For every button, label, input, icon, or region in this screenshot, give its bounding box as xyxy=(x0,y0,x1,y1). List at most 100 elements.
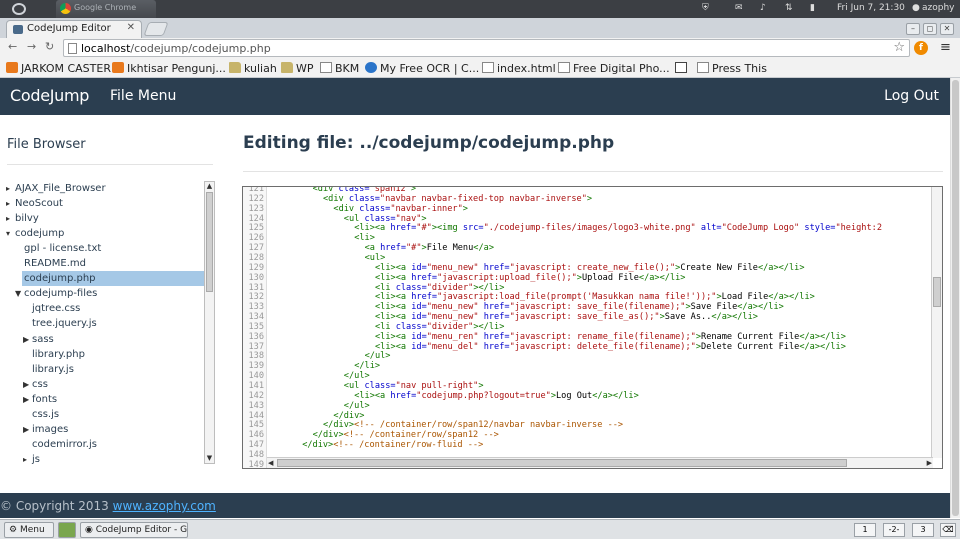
code-line[interactable]: 126 <li> xyxy=(243,233,933,243)
file-tree-item[interactable]: library.php xyxy=(30,347,85,362)
editor-vscroll-thumb[interactable] xyxy=(933,277,941,307)
editor-hscroll-thumb[interactable] xyxy=(277,459,847,467)
brand-logo[interactable]: CodeJump xyxy=(10,86,89,105)
scroll-up-arrow-icon[interactable]: ▲ xyxy=(205,182,214,191)
code-line[interactable]: 140 </ul> xyxy=(243,371,933,381)
file-tree-item[interactable]: NeoScout xyxy=(13,196,63,211)
bookmark-item[interactable] xyxy=(675,62,690,75)
file-tree-item[interactable]: codemirror.js xyxy=(30,437,97,452)
bookmark-item[interactable]: Press This xyxy=(697,62,767,75)
code-line[interactable]: 133 <li><a id="menu_new" href="javascript… xyxy=(243,302,933,312)
bookmark-item[interactable]: BKM xyxy=(320,62,359,75)
user-icon[interactable]: ● xyxy=(912,3,920,13)
code-line[interactable]: 125 <li><a href="#"><img src="./codejump-… xyxy=(243,223,933,233)
code-line[interactable]: 132 <li><a href="javascript:load_file(pro… xyxy=(243,292,933,302)
file-tree-scrollbar[interactable]: ▲ ▼ xyxy=(204,181,215,464)
code-line[interactable]: 129 <li><a id="menu_new" href="javascript… xyxy=(243,263,933,273)
scroll-down-arrow-icon[interactable]: ▼ xyxy=(205,454,214,463)
system-logo-icon[interactable] xyxy=(12,3,26,15)
tree-toggle-icon[interactable]: ▶ xyxy=(23,422,29,437)
workspace-1[interactable]: 1 xyxy=(854,523,876,537)
bookmark-item[interactable]: Free Digital Pho... xyxy=(558,62,670,75)
file-tree-item[interactable]: codejump xyxy=(13,226,64,241)
scroll-right-arrow-icon[interactable]: ▶ xyxy=(927,458,932,468)
code-line[interactable]: 142 <li><a href="codejump.php?logout=true… xyxy=(243,391,933,401)
file-menu-dropdown[interactable]: File Menu xyxy=(110,88,176,104)
file-tree-item[interactable]: fonts xyxy=(30,392,57,407)
file-tree-item[interactable]: tree.jquery.js xyxy=(30,316,97,331)
new-tab-button[interactable] xyxy=(143,22,169,36)
trash-icon[interactable]: ⌫ xyxy=(940,523,956,537)
close-window-icon[interactable]: ✕ xyxy=(940,23,954,35)
bookmark-item[interactable]: Ikhtisar Pengunj... xyxy=(112,62,226,75)
file-tree-item[interactable]: images xyxy=(30,422,68,437)
footer-link[interactable]: www.azophy.com xyxy=(113,499,216,513)
forward-arrow-icon[interactable]: → xyxy=(27,40,36,53)
code-line[interactable]: 139 </li> xyxy=(243,361,933,371)
page-scroll-thumb[interactable] xyxy=(952,80,959,516)
back-arrow-icon[interactable]: ← xyxy=(8,40,17,53)
file-tree-item[interactable]: css xyxy=(30,377,48,392)
network-icon[interactable]: ⇅ xyxy=(785,3,793,13)
reload-icon[interactable]: ↻ xyxy=(45,40,54,53)
code-line[interactable]: 141 <ul class="nav pull-right"> xyxy=(243,381,933,391)
editor-vertical-scrollbar[interactable] xyxy=(931,187,942,458)
file-tree-item[interactable]: js xyxy=(30,452,40,464)
user-name[interactable]: azophy xyxy=(922,3,955,13)
code-line[interactable]: 134 <li><a id="menu_new" href="javascript… xyxy=(243,312,933,322)
taskbar-chrome-button[interactable]: Google Chrome xyxy=(56,0,156,18)
maximize-icon[interactable]: ◻ xyxy=(923,23,937,35)
address-bar[interactable]: localhost/codejump/codejump.php ☆ xyxy=(63,39,910,57)
tree-toggle-icon[interactable]: ▶ xyxy=(23,377,29,392)
file-tree-item[interactable]: README.md xyxy=(22,256,86,271)
page-info-icon[interactable] xyxy=(68,43,77,54)
file-tree-item[interactable]: css.js xyxy=(30,407,59,422)
code-line[interactable]: 135 <li class="divider"></li> xyxy=(243,322,933,332)
workspace-3[interactable]: 3 xyxy=(912,523,934,537)
workspace-2[interactable]: -2- xyxy=(883,523,905,537)
code-line[interactable]: 138 </ul> xyxy=(243,351,933,361)
tree-toggle-icon[interactable]: ▸ xyxy=(6,181,10,196)
clock[interactable]: Fri Jun 7, 21:30 xyxy=(837,3,905,13)
code-line[interactable]: 146 </div><!-- /container/row/span12 --> xyxy=(243,430,933,440)
tree-toggle-icon[interactable]: ▼ xyxy=(15,286,21,301)
tree-toggle-icon[interactable]: ▸ xyxy=(6,211,10,226)
tree-toggle-icon[interactable]: ▸ xyxy=(6,196,10,211)
code-line[interactable]: 121 <div class="span12"> xyxy=(243,187,933,194)
volume-icon[interactable]: ♪ xyxy=(760,3,766,13)
file-tree-item[interactable]: codejump.php xyxy=(22,271,204,286)
file-tree-item[interactable]: AJAX_File_Browser xyxy=(13,181,106,196)
code-line[interactable]: 122 <div class="navbar navbar-fixed-top n… xyxy=(243,194,933,204)
shield-icon[interactable]: ⛨ xyxy=(702,3,709,13)
tree-toggle-icon[interactable]: ▶ xyxy=(23,392,29,407)
bookmark-item[interactable]: My Free OCR | C... xyxy=(365,62,479,75)
tree-toggle-icon[interactable]: ▾ xyxy=(6,226,10,241)
code-line[interactable]: 130 <li><a href="javascript:upload_file()… xyxy=(243,273,933,283)
code-line[interactable]: 128 <ul> xyxy=(243,253,933,263)
browser-tab[interactable]: CodeJump Editor ✕ xyxy=(6,20,142,38)
page-scrollbar[interactable] xyxy=(950,78,960,518)
editor-horizontal-scrollbar[interactable]: ◀ ▶ xyxy=(267,457,933,468)
file-tree-item[interactable]: sass xyxy=(30,332,54,347)
code-line[interactable]: 123 <div class="navbar-inner"> xyxy=(243,204,933,214)
file-tree-item[interactable]: jqtree.css xyxy=(30,301,80,316)
mail-icon[interactable]: ✉ xyxy=(735,3,743,13)
start-menu-button[interactable]: ⚙ Menu xyxy=(4,522,54,538)
battery-icon[interactable]: ▮ xyxy=(810,3,815,13)
scroll-left-arrow-icon[interactable]: ◀ xyxy=(268,458,273,468)
code-line[interactable]: 136 <li><a id="menu_ren" href="javascript… xyxy=(243,332,933,342)
file-tree-item[interactable]: library.js xyxy=(30,362,74,377)
code-editor[interactable]: 121 <div class="span12"> 122 <div class="na… xyxy=(242,186,943,469)
url-text[interactable]: localhost/codejump/codejump.php xyxy=(81,42,271,55)
minimize-icon[interactable]: – xyxy=(906,23,920,35)
tree-toggle-icon[interactable]: ▶ xyxy=(23,332,29,347)
code-line[interactable]: 145 </div><!-- /container/row/span12/navb… xyxy=(243,420,933,430)
file-tree-item[interactable]: codejump-files xyxy=(22,286,97,301)
show-desktop-icon[interactable] xyxy=(58,522,76,538)
taskbar-window-button[interactable]: ◉ CodeJump Editor - G... xyxy=(80,522,188,538)
bookmark-item[interactable]: index.html xyxy=(482,62,556,75)
tree-toggle-icon[interactable]: ▸ xyxy=(23,452,27,464)
close-tab-icon[interactable]: ✕ xyxy=(127,22,135,33)
logout-link[interactable]: Log Out xyxy=(884,88,939,104)
code-line[interactable]: 147 </div><!-- /container/row-fluid --> xyxy=(243,440,933,450)
